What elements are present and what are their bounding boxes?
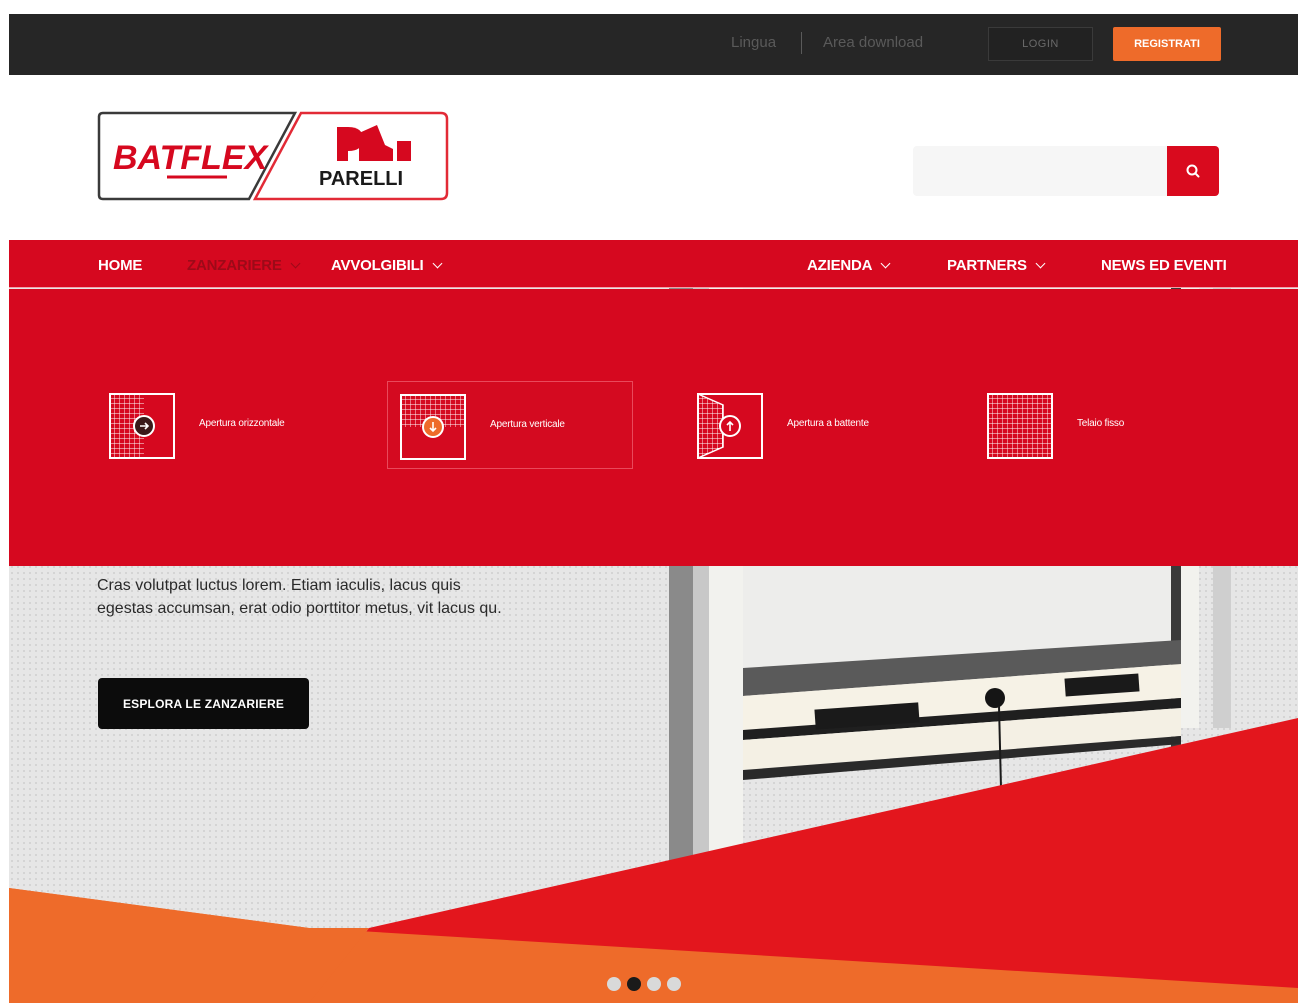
- header: BATFLEX PARELLI: [9, 75, 1298, 240]
- carousel-dot[interactable]: [667, 977, 681, 991]
- hero-description: Cras volutpat luctus lorem. Etiam iaculi…: [97, 574, 567, 620]
- card-apertura-a-battente[interactable]: Apertura a battente: [685, 381, 931, 469]
- page: Lingua Area download LOGIN REGISTRATI BA…: [0, 0, 1298, 1003]
- hero-text-line-2: egestas accumsan, erat odio porttitor me…: [97, 600, 502, 617]
- carousel-dot[interactable]: [647, 977, 661, 991]
- download-area-link[interactable]: Area download: [823, 34, 923, 51]
- explore-zanzariere-button[interactable]: ESPLORA LE ZANZARIERE: [98, 678, 309, 729]
- card-label-telaio-fisso: Telaio fisso: [1077, 418, 1125, 429]
- search-icon: [1186, 164, 1200, 178]
- carousel-pagination: [607, 977, 681, 991]
- hinged-opening-icon: [697, 393, 763, 459]
- zanzariere-dropdown: Apertura orizzontale Apertura verticale: [9, 289, 1298, 566]
- nav-home[interactable]: HOME: [98, 257, 142, 274]
- card-label-verticale: Apertura verticale: [490, 419, 565, 430]
- nav-avvolgibili-label: AVVOLGIBILI: [331, 257, 424, 274]
- card-apertura-orizzontale[interactable]: Apertura orizzontale: [97, 381, 343, 469]
- hero-text-line-1: Cras volutpat luctus lorem. Etiam iaculi…: [97, 577, 461, 594]
- nav-azienda[interactable]: AZIENDA: [807, 257, 891, 274]
- vertical-opening-icon: [400, 394, 466, 460]
- nav-azienda-label: AZIENDA: [807, 257, 873, 274]
- chevron-down-icon: [880, 258, 891, 269]
- card-apertura-verticale[interactable]: Apertura verticale: [387, 381, 633, 469]
- nav-news-ed-eventi[interactable]: NEWS ED EVENTI: [1101, 257, 1227, 274]
- card-label-orizzontale: Apertura orizzontale: [199, 418, 285, 429]
- nav-home-label: HOME: [98, 257, 143, 274]
- register-button[interactable]: REGISTRATI: [1113, 27, 1221, 61]
- search-button[interactable]: [1167, 146, 1219, 196]
- logo[interactable]: BATFLEX PARELLI: [97, 111, 449, 203]
- nav-news-label: NEWS ED EVENTI: [1101, 257, 1227, 274]
- nav-zanzariere-label: ZANZARIERE: [187, 257, 282, 274]
- search-input[interactable]: [913, 146, 1167, 196]
- nav-avvolgibili[interactable]: AVVOLGIBILI: [331, 257, 442, 274]
- carousel-dot[interactable]: [607, 977, 621, 991]
- card-label-battente: Apertura a battente: [787, 418, 869, 429]
- language-link[interactable]: Lingua: [731, 34, 776, 51]
- login-button[interactable]: LOGIN: [988, 27, 1093, 61]
- nav-zanzariere[interactable]: ZANZARIERE: [187, 257, 301, 274]
- fixed-frame-icon: [987, 393, 1053, 459]
- chevron-down-icon: [1035, 258, 1046, 269]
- browser-viewport: Lingua Area download LOGIN REGISTRATI BA…: [9, 14, 1298, 1003]
- nav-partners-label: PARTNERS: [947, 257, 1027, 274]
- chevron-down-icon: [290, 258, 301, 269]
- top-bar-divider: [801, 32, 802, 54]
- horizontal-opening-icon: [109, 393, 175, 459]
- parelli-logo-text: PARELLI: [319, 168, 403, 190]
- main-nav: HOME ZANZARIERE AVVOLGIBILI AZIENDA PART…: [9, 240, 1298, 288]
- carousel-dot[interactable]: [627, 977, 641, 991]
- top-bar: Lingua Area download LOGIN REGISTRATI: [9, 14, 1298, 75]
- nav-partners[interactable]: PARTNERS: [947, 257, 1046, 274]
- batflex-logo-text: BATFLEX: [113, 139, 270, 177]
- card-telaio-fisso[interactable]: Telaio fisso: [975, 381, 1221, 469]
- batflex-parelli-logo: BATFLEX PARELLI: [97, 111, 449, 201]
- chevron-down-icon: [432, 258, 442, 269]
